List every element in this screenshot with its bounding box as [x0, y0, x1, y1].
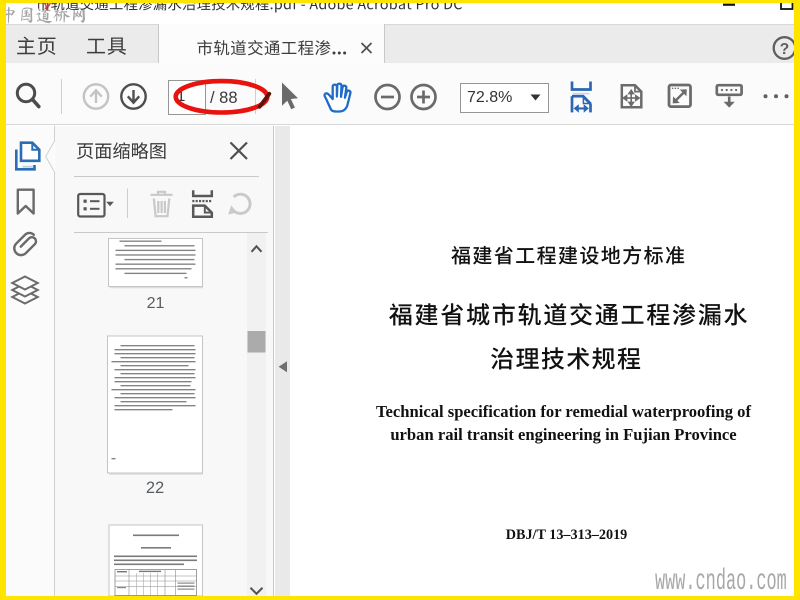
- svg-text:?: ?: [780, 41, 789, 58]
